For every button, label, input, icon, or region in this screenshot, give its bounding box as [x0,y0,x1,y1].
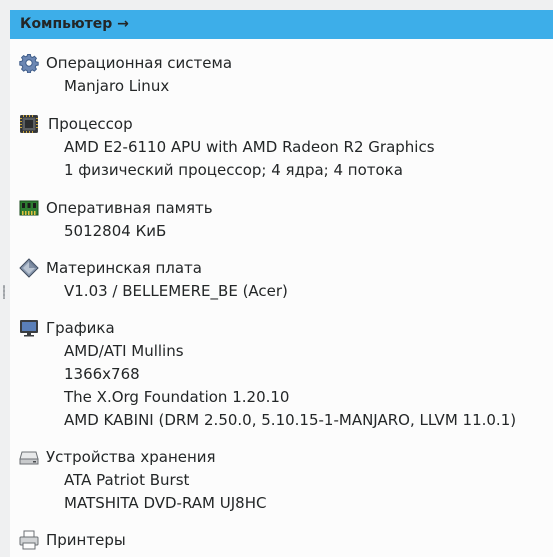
page-title: Компьютер → [10,10,553,39]
section-processor: Процессор AMD E2-6110 APU with AMD Radeo… [10,113,553,179]
screen-resolution-value: 1366x768 [64,365,140,383]
section-title-processor: Процессор [10,113,553,135]
section-label: Принтеры [46,531,126,549]
section-title-graphics: Графика [10,317,553,339]
section-label: Операционная система [46,54,233,72]
monitor-icon [19,318,39,338]
section-title-printers: Принтеры [10,529,553,551]
hard-drive-icon [19,447,39,467]
cpu-topology-value: 1 физический процессор; 4 ядра; 4 потока [64,161,403,179]
section-title-operating-system: Операционная система [10,52,553,74]
section-memory: Оперативная память 5012804 КиБ [10,197,553,240]
section-motherboard: Материнская плата V1.03 / BELLEMERE_BE (… [10,257,553,300]
section-title-memory: Оперативная память [10,197,553,219]
section-label: Процессор [48,115,133,133]
cpu-chip-icon [19,114,39,134]
motherboard-model-value: V1.03 / BELLEMERE_BE (Acer) [64,282,288,300]
section-label: Устройства хранения [46,448,216,466]
section-storage: Устройства хранения ATA Patriot Burst MA… [10,446,553,512]
computer-summary-panel: Компьютер → Операционная система Manjaro… [10,10,553,557]
storage-device-value: ATA Patriot Burst [64,471,190,489]
section-label: Материнская плата [46,259,202,277]
os-name-value: Manjaro Linux [64,77,170,95]
section-title-storage: Устройства хранения [10,446,553,468]
splitter-handle[interactable] [0,0,10,557]
section-printers: Принтеры [10,529,553,551]
splitter-grip[interactable] [3,285,5,299]
cpu-model-value: AMD E2-6110 APU with AMD Radeon R2 Graph… [64,138,435,156]
gpu-driver-value: AMD KABINI (DRM 2.50.0, 5.10.15-1-MANJAR… [64,411,517,429]
section-operating-system: Операционная система Manjaro Linux [10,52,553,95]
gear-icon [19,53,39,73]
memory-module-icon [19,198,39,218]
gpu-model-value: AMD/ATI Mullins [64,342,184,360]
xorg-version-value: The X.Org Foundation 1.20.10 [64,388,290,406]
motherboard-diamond-icon [19,258,39,278]
section-label: Графика [46,319,115,337]
printer-icon [19,530,39,550]
section-title-motherboard: Материнская плата [10,257,553,279]
memory-total-value: 5012804 КиБ [64,222,167,240]
section-graphics: Графика AMD/ATI Mullins 1366x768 The X.O… [10,317,553,429]
storage-device-value: MATSHITA DVD-RAM UJ8HC [64,494,267,512]
section-label: Оперативная память [46,199,213,217]
